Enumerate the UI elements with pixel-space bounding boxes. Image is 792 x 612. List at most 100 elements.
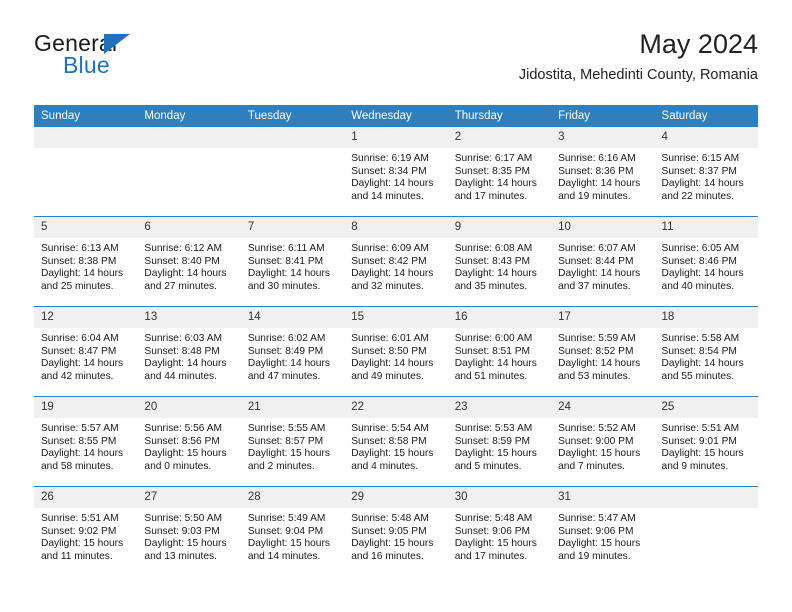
- calendar-day-cell[interactable]: 27 Sunrise: 5:50 AM Sunset: 9:03 PM Dayligh…: [137, 486, 241, 576]
- day-number: [137, 127, 241, 148]
- day-details: Sunrise: 6:07 AM Sunset: 8:44 PM Daylight:…: [551, 238, 654, 293]
- calendar-day-cell[interactable]: 29 Sunrise: 5:48 AM Sunset: 9:05 PM Dayligh…: [344, 486, 448, 576]
- general-blue-logo[interactable]: General Blue: [34, 30, 234, 86]
- calendar-day-cell[interactable]: 7 Sunrise: 6:11 AM Sunset: 8:41 PM Daylight…: [240, 216, 345, 307]
- daylight-text-cont: and 16 minutes.: [351, 550, 424, 562]
- sunrise-text: Sunrise: 5:48 AM: [351, 513, 429, 524]
- calendar-day-cell[interactable]: 23 Sunrise: 5:53 AM Sunset: 8:59 PM Dayligh…: [447, 396, 552, 487]
- day-number: 13: [137, 307, 241, 328]
- day-number: 4: [654, 127, 758, 148]
- day-details: Sunrise: 5:54 AM Sunset: 8:58 PM Daylight:…: [344, 418, 447, 473]
- day-details: Sunrise: 6:12 AM Sunset: 8:40 PM Daylight:…: [137, 238, 240, 293]
- weekday-header-saturday: Saturday: [654, 105, 758, 127]
- day-number: 14: [240, 307, 345, 328]
- sunset-text: Sunset: 8:54 PM: [661, 345, 737, 357]
- sunrise-text: Sunrise: 5:54 AM: [351, 423, 429, 434]
- day-number: 21: [240, 397, 345, 418]
- calendar-day-cell[interactable]: 19 Sunrise: 5:57 AM Sunset: 8:55 PM Dayligh…: [34, 396, 138, 487]
- calendar-day-cell[interactable]: 10 Sunrise: 6:07 AM Sunset: 8:44 PM Dayligh…: [551, 216, 655, 307]
- calendar-day-cell[interactable]: 18 Sunrise: 5:58 AM Sunset: 8:54 PM Dayligh…: [654, 306, 758, 397]
- day-details: Sunrise: 6:03 AM Sunset: 8:48 PM Daylight:…: [137, 328, 240, 383]
- day-number: 31: [551, 487, 655, 508]
- calendar-week-row: 19 Sunrise: 5:57 AM Sunset: 8:55 PM Dayligh…: [34, 396, 758, 487]
- calendar-day-cell[interactable]: 16 Sunrise: 6:00 AM Sunset: 8:51 PM Dayligh…: [447, 306, 552, 397]
- day-number: 25: [654, 397, 758, 418]
- sunrise-text: Sunrise: 6:07 AM: [558, 243, 636, 254]
- day-details: Sunrise: 5:50 AM Sunset: 9:03 PM Daylight:…: [137, 508, 240, 563]
- daylight-text-cont: and 53 minutes.: [558, 370, 631, 382]
- calendar-day-cell[interactable]: 26 Sunrise: 5:51 AM Sunset: 9:02 PM Dayligh…: [34, 486, 138, 576]
- calendar-day-cell[interactable]: 14 Sunrise: 6:02 AM Sunset: 8:49 PM Dayligh…: [240, 306, 345, 397]
- calendar-week-row: 12 Sunrise: 6:04 AM Sunset: 8:47 PM Dayligh…: [34, 306, 758, 397]
- sunrise-text: Sunrise: 6:11 AM: [247, 243, 325, 254]
- sunrise-text: Sunrise: 5:50 AM: [144, 513, 223, 524]
- sunset-text: Sunset: 8:43 PM: [454, 255, 531, 267]
- day-number: 15: [344, 307, 448, 328]
- sunrise-text: Sunrise: 5:49 AM: [247, 513, 326, 524]
- calendar-day-cell[interactable]: 17 Sunrise: 5:59 AM Sunset: 8:52 PM Dayligh…: [551, 306, 655, 397]
- calendar-day-cell[interactable]: 12 Sunrise: 6:04 AM Sunset: 8:47 PM Dayligh…: [34, 306, 138, 397]
- daylight-text: Daylight: 14 hours: [661, 268, 744, 280]
- day-details: Sunrise: 5:55 AM Sunset: 8:57 PM Daylight:…: [241, 418, 344, 473]
- daylight-text: Daylight: 14 hours: [351, 178, 434, 190]
- day-details: Sunrise: 5:48 AM Sunset: 9:05 PM Daylight:…: [344, 508, 447, 563]
- sunrise-text: Sunrise: 6:01 AM: [351, 333, 429, 344]
- calendar-day-cell[interactable]: 22 Sunrise: 5:54 AM Sunset: 8:58 PM Dayligh…: [344, 396, 448, 487]
- calendar-day-cell[interactable]: 13 Sunrise: 6:03 AM Sunset: 8:48 PM Dayligh…: [137, 306, 241, 397]
- sunrise-text: Sunrise: 5:51 AM: [41, 513, 119, 524]
- sunrise-text: Sunrise: 5:51 AM: [661, 423, 740, 434]
- calendar-day-cell[interactable]: 3 Sunrise: 6:16 AM Sunset: 8:36 PM Daylight…: [551, 127, 655, 217]
- daylight-text: Daylight: 14 hours: [144, 268, 227, 280]
- sunrise-text: Sunrise: 6:08 AM: [454, 243, 533, 254]
- calendar-day-cell[interactable]: 6 Sunrise: 6:12 AM Sunset: 8:40 PM Daylight…: [137, 216, 241, 307]
- weekday-header-thursday: Thursday: [447, 105, 552, 127]
- sunset-text: Sunset: 8:34 PM: [351, 165, 427, 177]
- daylight-text-cont: and 14 minutes.: [351, 190, 424, 202]
- day-number: 29: [344, 487, 448, 508]
- day-details: Sunrise: 5:52 AM Sunset: 9:00 PM Daylight:…: [551, 418, 654, 473]
- daylight-text: Daylight: 14 hours: [41, 448, 124, 460]
- calendar-day-cell[interactable]: 2 Sunrise: 6:17 AM Sunset: 8:35 PM Daylight…: [447, 127, 552, 217]
- daylight-text-cont: and 58 minutes.: [41, 460, 114, 472]
- calendar-day-cell[interactable]: 4 Sunrise: 6:15 AM Sunset: 8:37 PM Daylight…: [654, 127, 758, 217]
- sunset-text: Sunset: 9:04 PM: [247, 525, 324, 537]
- calendar-day-cell[interactable]: 28 Sunrise: 5:49 AM Sunset: 9:04 PM Dayligh…: [240, 486, 345, 576]
- calendar-day-cell[interactable]: 24 Sunrise: 5:52 AM Sunset: 9:00 PM Dayligh…: [551, 396, 655, 487]
- calendar-day-cell[interactable]: 15 Sunrise: 6:01 AM Sunset: 8:50 PM Dayligh…: [344, 306, 448, 397]
- day-number: 27: [137, 487, 241, 508]
- logo-triangle-icon: [104, 34, 130, 54]
- day-number: 17: [551, 307, 655, 328]
- calendar-day-cell[interactable]: 1 Sunrise: 6:19 AM Sunset: 8:34 PM Daylight…: [344, 127, 448, 217]
- calendar-day-cell[interactable]: 30 Sunrise: 5:48 AM Sunset: 9:06 PM Dayligh…: [447, 486, 552, 576]
- day-number: 28: [240, 487, 345, 508]
- daylight-text: Daylight: 14 hours: [558, 178, 641, 190]
- sunset-text: Sunset: 9:01 PM: [661, 435, 737, 447]
- calendar-day-cell[interactable]: 9 Sunrise: 6:08 AM Sunset: 8:43 PM Daylight…: [447, 216, 552, 307]
- calendar-day-cell[interactable]: 25 Sunrise: 5:51 AM Sunset: 9:01 PM Dayligh…: [654, 396, 758, 487]
- daylight-text-cont: and 17 minutes.: [454, 190, 528, 202]
- calendar-day-cell[interactable]: 5 Sunrise: 6:13 AM Sunset: 8:38 PM Daylight…: [34, 216, 138, 307]
- daylight-text-cont: and 30 minutes.: [247, 280, 321, 292]
- calendar-week-row: 5 Sunrise: 6:13 AM Sunset: 8:38 PM Daylight…: [34, 216, 758, 307]
- daylight-text-cont: and 9 minutes.: [661, 460, 729, 472]
- day-number: 2: [447, 127, 552, 148]
- day-details: Sunrise: 6:13 AM Sunset: 8:38 PM Daylight:…: [34, 238, 137, 293]
- calendar-day-cell[interactable]: 20 Sunrise: 5:56 AM Sunset: 8:56 PM Dayligh…: [137, 396, 241, 487]
- weekday-header-wednesday: Wednesday: [344, 105, 448, 127]
- daylight-text-cont: and 32 minutes.: [351, 280, 424, 292]
- daylight-text-cont: and 27 minutes.: [144, 280, 217, 292]
- calendar-day-cell[interactable]: 21 Sunrise: 5:55 AM Sunset: 8:57 PM Dayligh…: [240, 396, 345, 487]
- sunrise-text: Sunrise: 5:55 AM: [247, 423, 326, 434]
- sunrise-text: Sunrise: 6:13 AM: [41, 243, 119, 254]
- day-details: Sunrise: 6:17 AM Sunset: 8:35 PM Daylight:…: [448, 148, 551, 203]
- daylight-text-cont: and 22 minutes.: [661, 190, 735, 202]
- daylight-text-cont: and 13 minutes.: [144, 550, 217, 562]
- sunset-text: Sunset: 8:36 PM: [558, 165, 634, 177]
- calendar-day-cell[interactable]: 11 Sunrise: 6:05 AM Sunset: 8:46 PM Dayligh…: [654, 216, 758, 307]
- day-number: 5: [34, 217, 138, 238]
- daylight-text-cont: and 25 minutes.: [41, 280, 114, 292]
- sunrise-text: Sunrise: 5:57 AM: [41, 423, 119, 434]
- day-details: Sunrise: 6:16 AM Sunset: 8:36 PM Daylight:…: [551, 148, 654, 203]
- calendar-day-cell[interactable]: 8 Sunrise: 6:09 AM Sunset: 8:42 PM Daylight…: [344, 216, 448, 307]
- calendar-day-cell[interactable]: 31 Sunrise: 5:47 AM Sunset: 9:06 PM Dayligh…: [551, 486, 655, 576]
